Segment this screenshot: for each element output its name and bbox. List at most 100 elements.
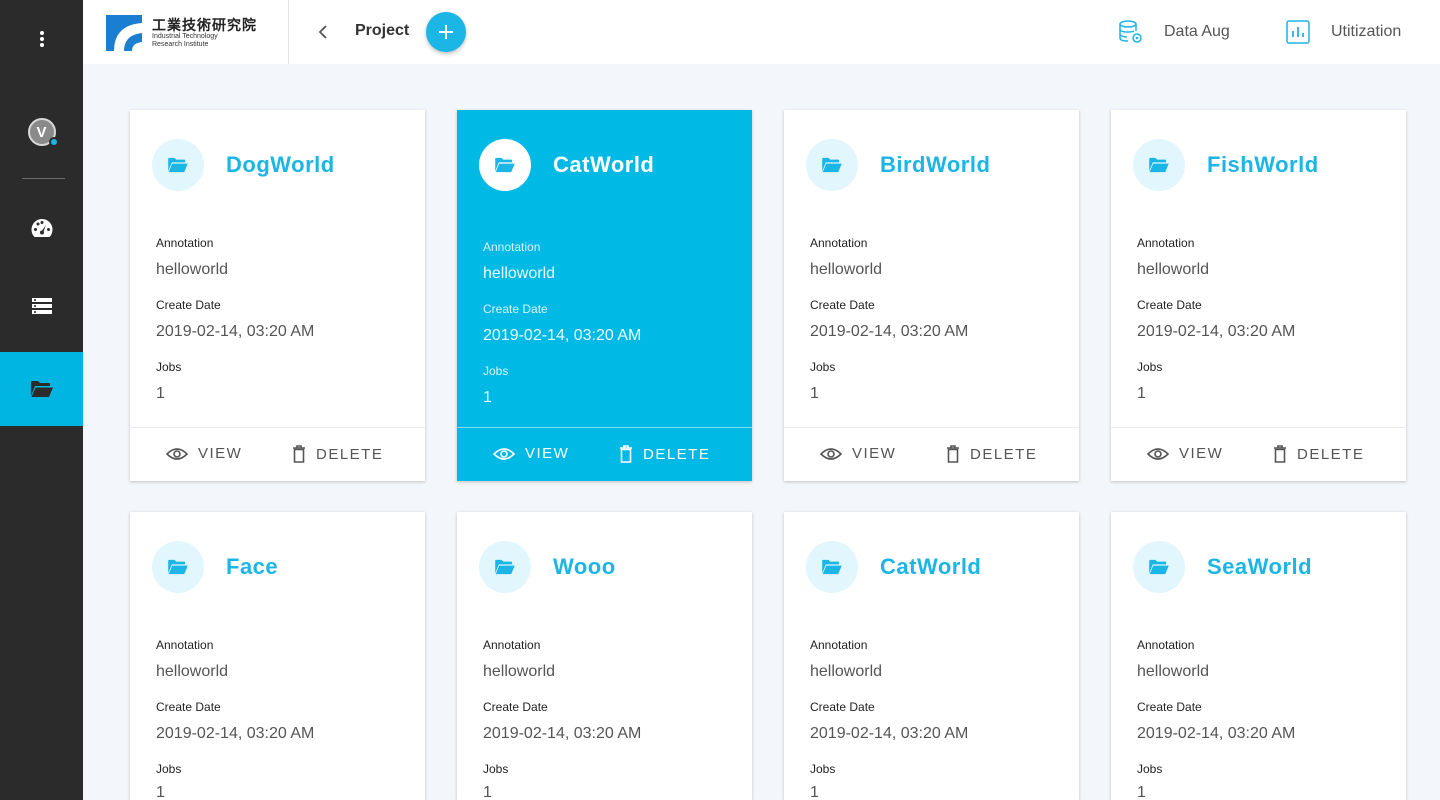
data-aug-link[interactable]: Data Aug xyxy=(1118,18,1230,46)
utilization-link[interactable]: Utitization xyxy=(1285,18,1401,46)
sidebar-item-dashboard[interactable] xyxy=(0,208,83,248)
card-header: FishWorld xyxy=(1133,139,1319,191)
card-actions: VIEW DELETE xyxy=(1111,427,1406,481)
folder-open-icon xyxy=(30,381,53,397)
project-card-selected[interactable]: CatWorld Annotation helloworld Create Da… xyxy=(457,110,752,481)
more-menu-button[interactable] xyxy=(0,20,83,58)
project-name[interactable]: FishWorld xyxy=(1207,152,1319,178)
annotation-field: Annotation helloworld xyxy=(1137,236,1209,279)
project-card[interactable]: SeaWorld Annotation helloworld Create Da… xyxy=(1111,512,1406,800)
view-button[interactable]: VIEW xyxy=(166,445,242,462)
project-card[interactable]: CatWorld Annotation helloworld Create Da… xyxy=(784,512,1079,800)
online-status-dot xyxy=(48,137,59,147)
jobs-field: Jobs 1 xyxy=(156,762,181,800)
header-divider xyxy=(288,0,289,64)
project-name[interactable]: CatWorld xyxy=(880,554,981,580)
trash-icon xyxy=(1273,445,1287,463)
create-date-label: Create Date xyxy=(1137,298,1202,312)
annotation-value: helloworld xyxy=(1137,663,1210,680)
create-date-field: Create Date 2019-02-14, 03:20 AM xyxy=(483,700,641,743)
jobs-field: Jobs 1 xyxy=(1137,762,1162,800)
jobs-value: 1 xyxy=(156,385,165,402)
project-name[interactable]: SeaWorld xyxy=(1207,554,1312,580)
jobs-label: Jobs xyxy=(810,762,836,776)
trash-icon xyxy=(946,445,960,463)
annotation-value: helloworld xyxy=(156,261,229,278)
create-date-field: Create Date 2019-02-14, 03:20 AM xyxy=(810,298,968,341)
folder-badge xyxy=(479,139,531,191)
folder-badge xyxy=(152,541,204,593)
project-name[interactable]: Face xyxy=(226,554,278,580)
sidebar-item-list[interactable] xyxy=(0,286,83,326)
jobs-label: Jobs xyxy=(483,762,509,776)
eye-icon xyxy=(166,447,188,461)
delete-label: DELETE xyxy=(970,445,1038,463)
delete-button[interactable]: DELETE xyxy=(946,445,1037,463)
folder-badge xyxy=(1133,541,1185,593)
delete-button[interactable]: DELETE xyxy=(292,445,383,463)
create-date-label: Create Date xyxy=(483,700,548,714)
project-name[interactable]: DogWorld xyxy=(226,152,335,178)
create-date-value: 2019-02-14, 03:20 AM xyxy=(483,725,642,742)
sidebar-item-projects[interactable] xyxy=(0,352,83,426)
back-button[interactable] xyxy=(313,20,333,44)
delete-button[interactable]: DELETE xyxy=(1273,445,1364,463)
folder-open-icon xyxy=(1149,559,1169,575)
create-date-label: Create Date xyxy=(810,298,875,312)
folder-open-icon xyxy=(495,157,515,173)
card-header: DogWorld xyxy=(152,139,335,191)
annotation-label: Annotation xyxy=(156,638,214,652)
view-button[interactable]: VIEW xyxy=(820,445,896,462)
jobs-field: Jobs 1 xyxy=(810,360,835,403)
delete-button[interactable]: DELETE xyxy=(619,445,710,463)
data-aug-label: Data Aug xyxy=(1164,23,1230,40)
project-card[interactable]: Face Annotation helloworld Create Date 2… xyxy=(130,512,425,800)
folder-open-icon xyxy=(168,157,188,173)
view-button[interactable]: VIEW xyxy=(1147,445,1223,462)
folder-open-icon xyxy=(168,559,188,575)
avatar: V xyxy=(27,118,59,147)
create-date-value: 2019-02-14, 03:20 AM xyxy=(1137,725,1296,742)
folder-open-icon xyxy=(822,559,842,575)
add-project-button[interactable] xyxy=(426,12,466,52)
project-name[interactable]: Wooo xyxy=(553,554,616,580)
annotation-value: helloworld xyxy=(810,663,883,680)
annotation-value: helloworld xyxy=(810,261,883,278)
jobs-value: 1 xyxy=(810,784,819,800)
jobs-label: Jobs xyxy=(483,364,509,378)
eye-icon xyxy=(493,447,515,461)
user-avatar-button[interactable]: V xyxy=(0,112,83,152)
annotation-label: Annotation xyxy=(810,236,868,250)
create-date-label: Create Date xyxy=(483,302,548,316)
annotation-field: Annotation helloworld xyxy=(156,638,228,681)
create-date-value: 2019-02-14, 03:20 AM xyxy=(810,323,969,340)
project-name[interactable]: CatWorld xyxy=(553,152,654,178)
folder-open-icon xyxy=(822,157,842,173)
sidebar: V xyxy=(0,0,83,800)
card-actions: VIEW DELETE xyxy=(457,427,752,481)
project-card[interactable]: Wooo Annotation helloworld Create Date 2… xyxy=(457,512,752,800)
jobs-label: Jobs xyxy=(1137,360,1163,374)
create-date-label: Create Date xyxy=(156,298,221,312)
create-date-value: 2019-02-14, 03:20 AM xyxy=(1137,323,1296,340)
project-card[interactable]: BirdWorld Annotation helloworld Create D… xyxy=(784,110,1079,481)
itri-logo-mark xyxy=(106,15,142,51)
folder-open-icon xyxy=(1149,157,1169,173)
annotation-field: Annotation helloworld xyxy=(810,236,882,279)
bar-chart-icon xyxy=(1285,19,1311,45)
annotation-field: Annotation helloworld xyxy=(483,638,555,681)
create-date-label: Create Date xyxy=(1137,700,1202,714)
annotation-value: helloworld xyxy=(483,265,556,282)
project-card[interactable]: FishWorld Annotation helloworld Create D… xyxy=(1111,110,1406,481)
annotation-value: helloworld xyxy=(483,663,556,680)
view-button[interactable]: VIEW xyxy=(493,445,569,462)
create-date-value: 2019-02-14, 03:20 AM xyxy=(483,327,642,344)
project-card[interactable]: DogWorld Annotation helloworld Create Da… xyxy=(130,110,425,481)
jobs-field: Jobs 1 xyxy=(483,364,508,407)
folder-badge xyxy=(1133,139,1185,191)
jobs-value: 1 xyxy=(483,784,492,800)
jobs-value: 1 xyxy=(1137,784,1146,800)
card-header: Wooo xyxy=(479,541,616,593)
annotation-value: helloworld xyxy=(156,663,229,680)
project-name[interactable]: BirdWorld xyxy=(880,152,990,178)
